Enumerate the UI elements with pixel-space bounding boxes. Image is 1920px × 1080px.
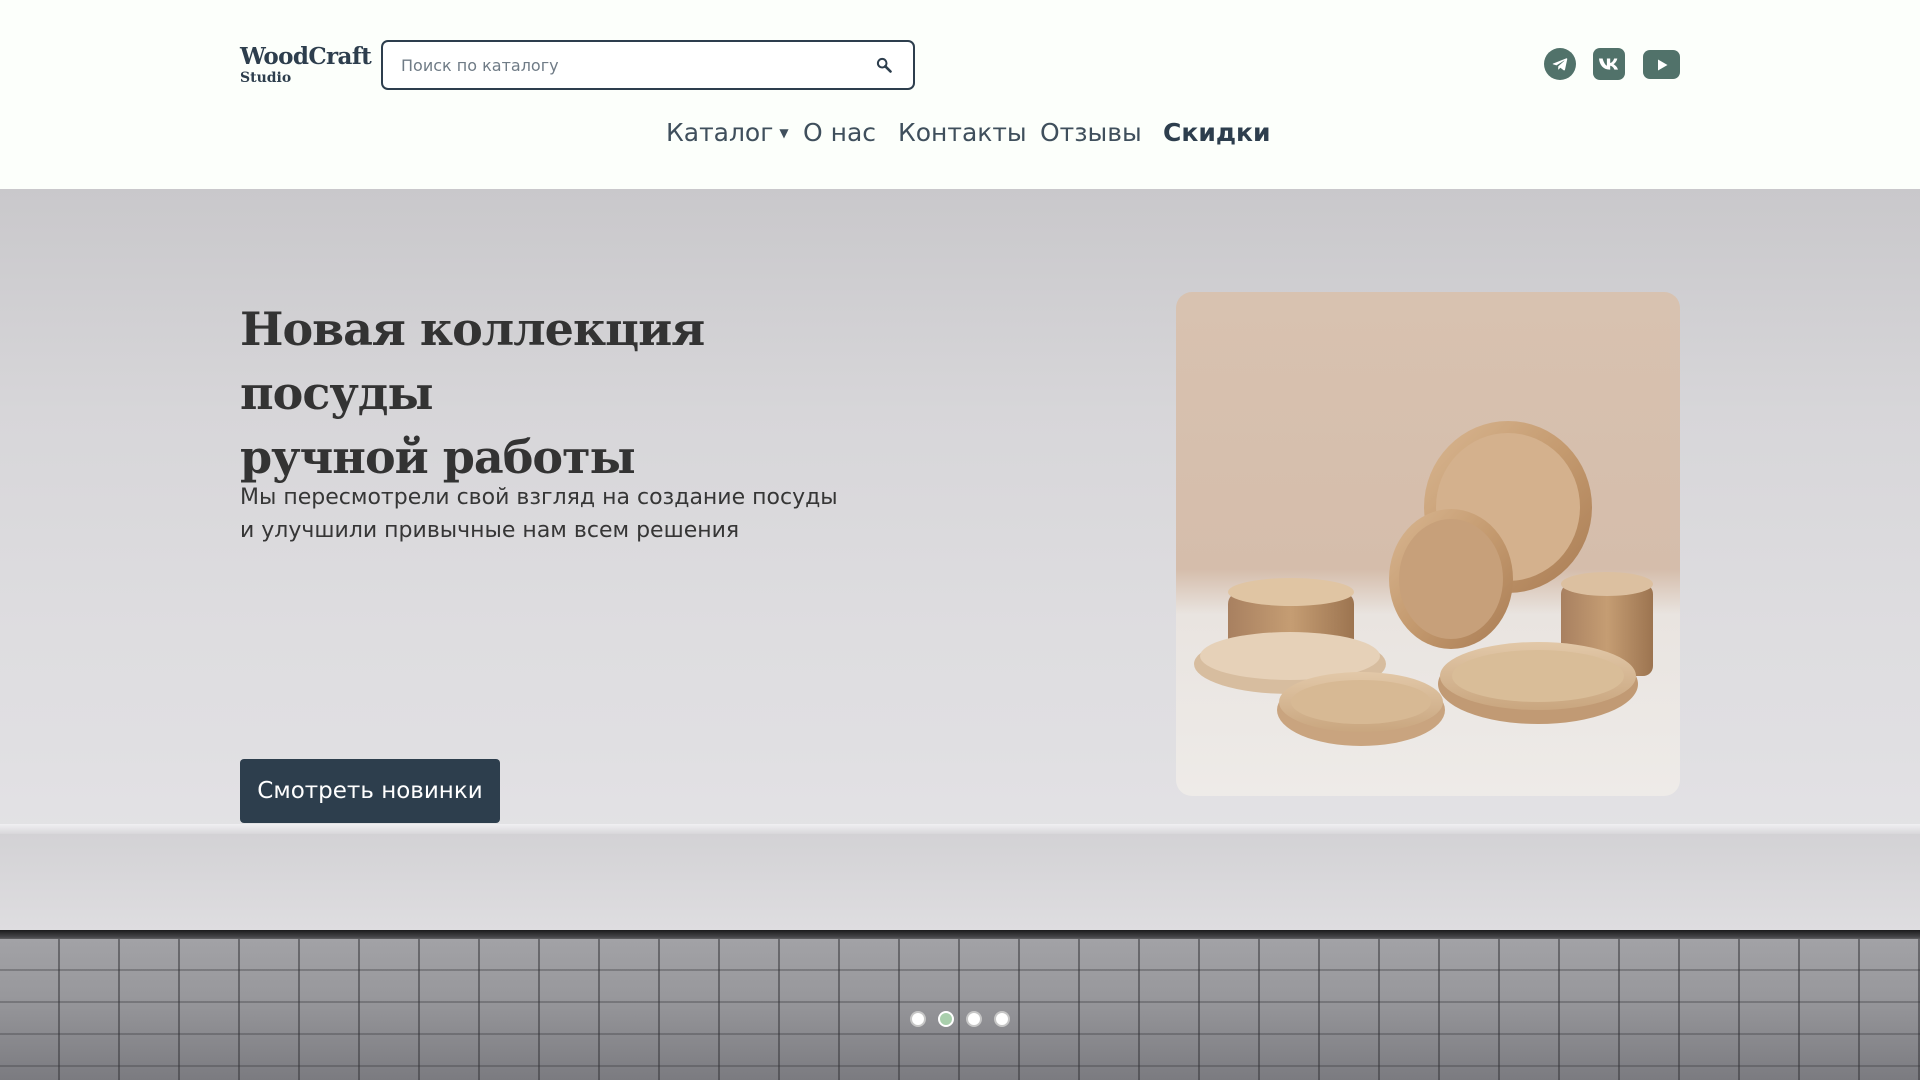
nav-reviews[interactable]: Отзывы bbox=[1040, 118, 1142, 147]
nav-catalog[interactable]: Каталог ▼ bbox=[666, 118, 789, 147]
hero-title-line-1: Новая коллекция посуды bbox=[240, 302, 705, 420]
hero-title: Новая коллекция посуды ручной работы bbox=[240, 297, 880, 489]
nav-catalog-label: Каталог bbox=[666, 118, 774, 147]
hero-description-line-2: и улучшили привычные нам всем решения bbox=[240, 518, 740, 543]
search-icon[interactable] bbox=[873, 54, 895, 76]
nav-discounts[interactable]: Скидки bbox=[1163, 118, 1271, 147]
carousel-dot-4[interactable] bbox=[994, 1011, 1010, 1027]
carousel-pagination bbox=[0, 1011, 1920, 1029]
telegram-icon[interactable] bbox=[1544, 48, 1576, 80]
main-nav: Каталог ▼ О нас Контакты Отзывы Скидки bbox=[0, 118, 1920, 158]
search-input[interactable] bbox=[401, 53, 841, 77]
youtube-icon[interactable] bbox=[1643, 50, 1680, 79]
hero-bg-floor bbox=[0, 939, 1920, 1080]
hero-description: Мы пересмотрели свой взгляд на создание … bbox=[240, 481, 880, 547]
carousel-dot-3[interactable] bbox=[966, 1011, 982, 1027]
logo[interactable]: WoodCraft Studio bbox=[240, 42, 372, 86]
site-header: WoodCraft Studio К bbox=[0, 0, 1920, 189]
hero-description-line-1: Мы пересмотрели свой взгляд на создание … bbox=[240, 485, 838, 510]
nav-about[interactable]: О нас bbox=[803, 118, 876, 147]
hero-title-line-2: ручной работы bbox=[240, 430, 636, 484]
chevron-down-icon: ▼ bbox=[779, 126, 789, 140]
hero-product-image bbox=[1176, 292, 1680, 796]
carousel-dot-1[interactable] bbox=[910, 1011, 926, 1027]
logo-subtitle: Studio bbox=[240, 70, 292, 86]
nav-contacts[interactable]: Контакты bbox=[898, 118, 1027, 147]
view-new-arrivals-button[interactable]: Смотреть новинки bbox=[240, 759, 500, 823]
logo-brand: WoodCraft bbox=[240, 43, 372, 70]
hero-bg-wall-edge bbox=[0, 824, 1920, 834]
vk-icon[interactable] bbox=[1593, 48, 1625, 80]
search-box bbox=[381, 40, 915, 90]
carousel-dot-2[interactable] bbox=[938, 1011, 954, 1027]
